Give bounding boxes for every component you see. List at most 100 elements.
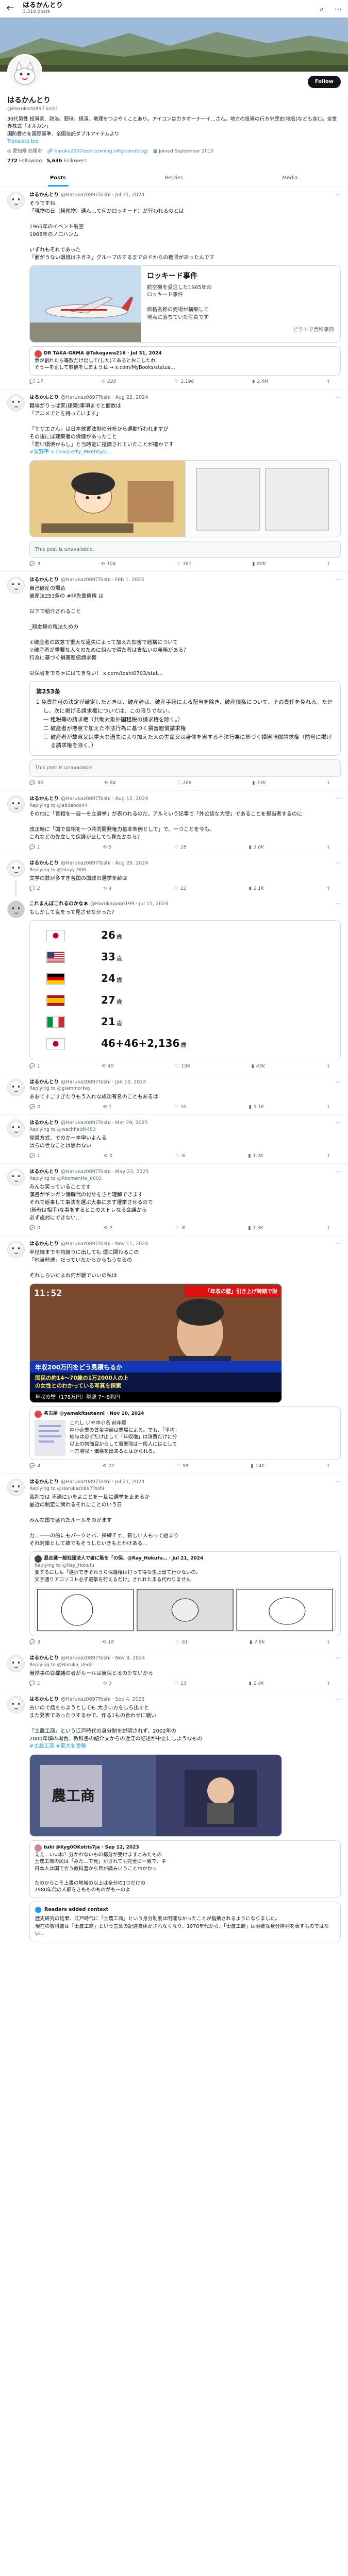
link-card[interactable]: ロッキード事件 航空機を受注した1965年の ロッキード事件 価格名称の売場が構… [29,265,341,343]
repost-button[interactable]: ⟲ 1 [103,1104,111,1111]
followers-label[interactable]: Followers [64,158,87,164]
tweet[interactable]: はるかんとり @Harukaz0897Toshi · Aug 20, 2024 ⋯ … [0,855,348,896]
author-name[interactable]: はるかんとり [29,860,59,867]
reply-button[interactable]: 💬 0 [29,1225,40,1232]
views-button[interactable]: ▮ 33K [252,780,266,787]
avatar[interactable] [7,859,25,896]
quoted-tweet[interactable]: 名古屋 @yamakitsutenni · Nov 10, 2024 これし い… [29,1406,341,1460]
views-button[interactable]: ▮ 2.4K [249,1681,264,1687]
following-label[interactable]: Following [19,158,42,164]
quote-replying-to[interactable]: Replying to @Ray_Hokufu [35,1563,336,1569]
tweet[interactable]: はるかんとり @Harukaz0897Toshi · Nov 8, 2024 ⋯ R… [0,1650,348,1692]
reply-button[interactable]: 💬 1 [29,1681,40,1687]
author-name[interactable]: はるかんとり [29,795,59,803]
like-button[interactable]: ♡ 13 [174,1681,187,1687]
avatar[interactable] [7,1696,25,1714]
tv-news-image[interactable]: 11:52 「年収の壁」引き上げ時期で財 年収200万円をどう見積もるか 国民の… [29,1283,282,1403]
share-icon[interactable]: ⇪ [326,844,330,851]
share-icon[interactable]: ⇪ [326,886,330,892]
views-button[interactable]: ▮ 14K [251,1463,264,1470]
replying-to[interactable]: Replying to @wachfield4453 [29,1127,341,1133]
views-button[interactable]: ▮ 80K [252,561,266,568]
repost-button[interactable]: ⟲ 5 [103,844,111,851]
like-button[interactable]: ♡ 361 [176,561,191,568]
tab-replies[interactable]: Replies [116,170,232,187]
views-button[interactable]: ▮ 1.3K [248,1225,263,1232]
anime-image[interactable] [29,460,341,537]
reply-button[interactable]: 💬 35 [29,780,43,787]
replying-to[interactable]: Replying to @abdaboo44 [29,803,341,809]
avatar[interactable] [7,191,25,209]
repost-button[interactable]: ⟲ 2 [104,1225,112,1232]
replying-to[interactable]: Replying to @Harukaz0897Toshi [29,1486,341,1493]
replying-to[interactable]: Replying to @giammorkey [29,1086,341,1092]
author-handle[interactable]: @Harukaz0897Toshi · Nov 8, 2024 [61,1655,145,1662]
author-handle[interactable]: @Harukagogo199 · Jul 15, 2024 [90,901,168,908]
share-icon[interactable]: ⇪ [326,1463,330,1470]
avatar[interactable] [7,394,25,412]
repost-button[interactable]: ⟲ 40 [102,1063,113,1070]
tab-media[interactable]: Media [232,170,348,187]
author-name[interactable]: はるかんとり [29,1696,59,1703]
more-icon[interactable]: ⋯ [336,1079,341,1086]
author-handle[interactable]: @Harukaz0897Toshi · May 22, 2025 [61,1168,148,1176]
like-button[interactable]: ♡ 8 [176,1225,185,1232]
like-button[interactable]: ♡ 61 [176,1639,188,1646]
views-button[interactable]: ▮ 43K [252,1063,265,1070]
author-handle[interactable]: @Harukaz0897Toshi · Mar 29, 2025 [61,1120,148,1127]
law-text-image[interactable]: 第253条 1 免責許可の決定が確定したときは、破産者は、破産手続による配当を除… [29,681,341,756]
author-handle[interactable]: @Harukaz0897Toshi · Nov 11, 2024 [61,1241,148,1248]
tweet[interactable]: はるかんとり @Harukaz0897Toshi · Nov 11, 2024 ⋯ … [0,1236,348,1474]
more-icon[interactable]: ⋯ [336,394,341,401]
avatar[interactable] [7,1168,25,1187]
author-handle[interactable]: @Harukaz0897Toshi · Feb 1, 2023 [61,577,144,584]
tweet[interactable]: はるかんとり @Harukaz0897Toshi · Aug 12, 2024 ⋯ … [0,791,348,855]
more-icon[interactable]: ⋯ [336,901,341,908]
views-button[interactable]: ▮ 3.6K [249,844,264,851]
replying-to[interactable]: Replying to @tonyy_906 [29,867,341,874]
reply-button[interactable]: 💬 0 [29,1104,40,1111]
avatar[interactable] [7,1078,25,1096]
author-name[interactable]: はるかんとり [29,1479,59,1486]
like-button[interactable]: ♡ 18 [174,844,187,851]
replying-to[interactable]: Replying to @Haruka_Ueda [29,1662,341,1669]
author-name[interactable]: はるかんとり [29,1120,59,1127]
more-icon[interactable]: ⋯ [336,1120,341,1127]
more-icon[interactable]: ⋯ [336,192,341,199]
tweet[interactable]: はるかんとり @Harukaz0897Toshi · May 22, 2025 ⋯ … [0,1164,348,1236]
author-name[interactable]: はるかんとり [29,577,59,584]
reply-button[interactable]: 💬 1 [29,1063,40,1070]
manga-cover-image[interactable]: 農工商 [29,1754,282,1837]
author-handle[interactable]: @Harukaz0897Toshi · Aug 20, 2024 [61,860,148,867]
like-button[interactable]: ♡ 98 [176,1463,189,1470]
share-icon[interactable]: ⇪ [326,379,330,385]
reply-button[interactable]: 💬 17 [29,379,43,385]
share-icon[interactable]: ⇪ [326,1681,330,1687]
author-name[interactable]: これまんぼこれるのかなぁ [29,901,88,908]
more-icon[interactable]: ⋯ [336,1655,341,1662]
quoted-tweet[interactable]: tuki @Kyg0OKotiis7ja · Sep 12, 2023 ええ…い… [29,1840,341,1899]
author-handle[interactable]: @Harukaz0897Toshi · Sep 4, 2023 [61,1696,145,1703]
views-button[interactable]: ▮ 2.1K [249,886,264,892]
author-name[interactable]: はるかんとり [29,1241,59,1248]
repost-button[interactable]: ⟲ 18 [102,1639,114,1646]
tweet[interactable]: はるかんとり @Harukaz0897Toshi · Feb 1, 2023 ⋯ 自… [0,572,348,791]
views-button[interactable]: ▮ 1.2K [248,1153,263,1160]
follow-button[interactable]: Follow [307,75,341,89]
repost-button[interactable]: ⟲ 228 [102,379,117,385]
repost-button[interactable]: ⟲ 84 [104,780,115,787]
author-handle[interactable]: @Harukaz0897Toshi · Jan 10, 2024 [61,1079,146,1086]
author-handle[interactable]: @Harukaz0897Toshi · Jul 21, 2024 [61,1479,144,1486]
author-handle[interactable]: @Harukaz0897Toshi · Aug 12, 2024 [61,795,148,803]
like-button[interactable]: ♡ 166 [176,780,191,787]
repost-button[interactable]: ⟲ 0 [104,1153,112,1160]
tweet[interactable]: はるかんとり @Harukaz0897Toshi · Mar 29, 2025 ⋯ … [0,1115,348,1164]
reply-button[interactable]: 💬 1 [29,844,40,851]
avatar[interactable] [7,1655,25,1673]
like-button[interactable]: ♡ 1,196 [174,379,194,385]
community-note[interactable]: Readers added context 歴史研究の結果、江戸時代に「士農工商… [29,1902,341,1943]
repost-button[interactable]: ⟲ 104 [101,561,116,568]
website-item[interactable]: 🔗 haruka2007toshi.stxnlog.nifty.com/blog… [47,148,148,155]
author-name[interactable]: はるかんとり [29,394,59,401]
avatar[interactable] [7,1120,25,1138]
